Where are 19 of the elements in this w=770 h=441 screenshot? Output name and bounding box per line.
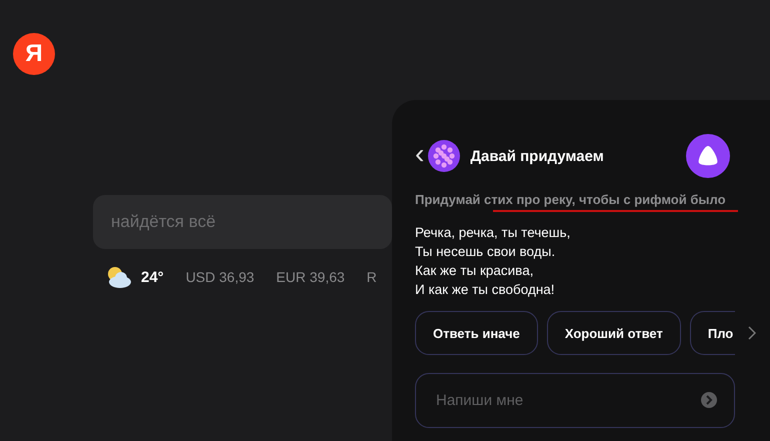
suggestion-chip[interactable]: Ответь иначе bbox=[415, 311, 538, 355]
temperature: 24° bbox=[141, 268, 164, 286]
chat-title: Давай придумаем bbox=[470, 148, 605, 164]
assistant-logo-icon[interactable] bbox=[686, 134, 730, 178]
currency-rate[interactable]: USD 36,93 bbox=[186, 269, 254, 285]
assistant-reply: Речка, речка, ты течешь, Ты несешь свои воды. Как же ты красива, И как же ты свободна! bbox=[415, 224, 572, 299]
dots-avatar-icon bbox=[428, 140, 460, 172]
suggestion-chip[interactable]: Хороший ответ bbox=[546, 311, 681, 355]
user-message: Придумай стих про реку, чтобы с рифмой было bbox=[415, 192, 770, 207]
currency-rate[interactable]: R bbox=[366, 269, 377, 285]
logo[interactable]: Я bbox=[13, 33, 55, 75]
send-icon[interactable] bbox=[701, 392, 717, 408]
back-button[interactable]: ‹ bbox=[415, 140, 428, 172]
search-field[interactable]: найдётся всё bbox=[93, 195, 392, 249]
message-field[interactable]: Напиши мне bbox=[415, 373, 735, 428]
suggestion-chip[interactable]: Пло bbox=[690, 311, 736, 355]
cloud-sun-icon bbox=[105, 265, 133, 289]
chevron-right-icon[interactable] bbox=[748, 326, 756, 340]
currency-rate[interactable]: EUR 39,63 bbox=[276, 269, 345, 285]
